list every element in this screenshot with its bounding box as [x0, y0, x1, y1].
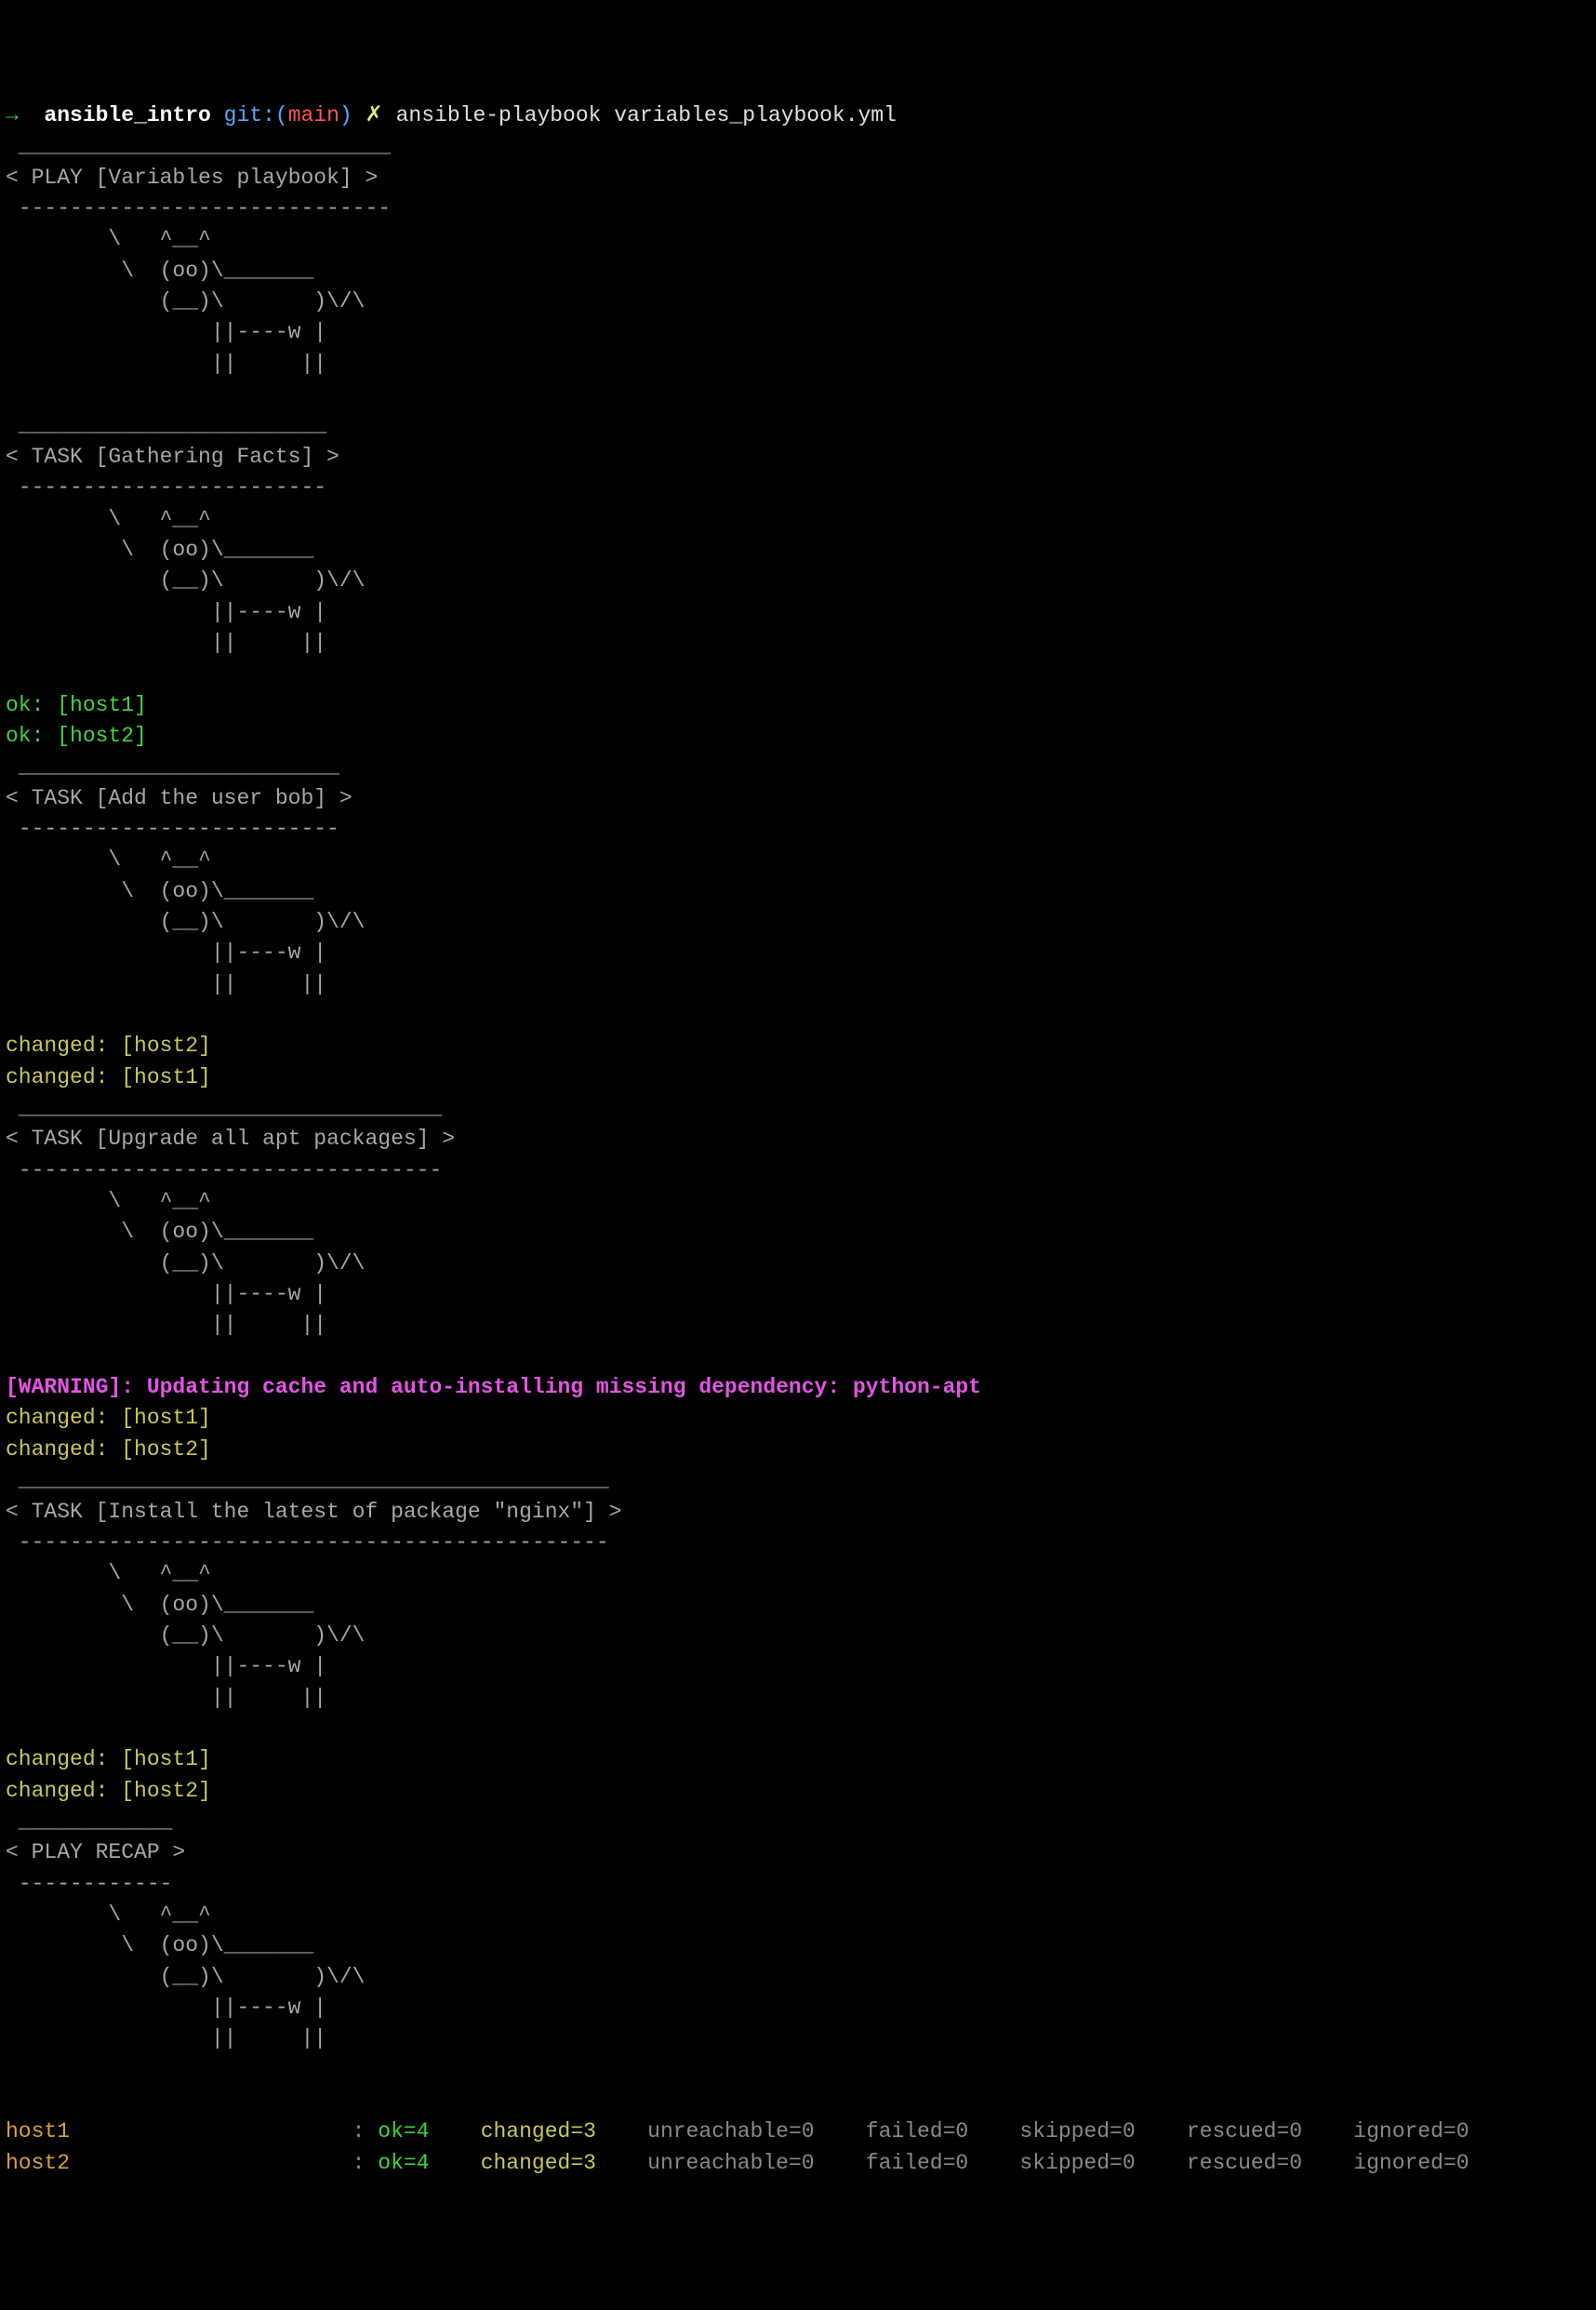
- task-result: changed: [host1]: [6, 1744, 1596, 1775]
- cowsay-art: \ (oo)\_______: [6, 876, 1596, 907]
- recap-host: host1: [6, 2119, 352, 2143]
- cowsay-border-top: ____________: [6, 1807, 1596, 1837]
- cowsay-border-bottom: -------------------------: [6, 814, 1596, 845]
- cowsay-art: || ||: [6, 1683, 1596, 1714]
- task-result: changed: [host1]: [6, 1062, 1596, 1093]
- shell-prompt-line: → ansible_intro git:(main) ✗ ansible-pla…: [6, 100, 1596, 131]
- task-result: changed: [host2]: [6, 1435, 1596, 1465]
- cowsay-border-bottom: -----------------------------: [6, 194, 1596, 224]
- cowsay-border-top: _________________________: [6, 752, 1596, 782]
- cowsay-art: \ (oo)\_______: [6, 256, 1596, 287]
- recap-rescued: rescued=0: [1187, 2151, 1353, 2175]
- cowsay-art: (__)\ )\/\: [6, 1248, 1596, 1279]
- cowsay-art: (__)\ )\/\: [6, 287, 1596, 317]
- recap-line: host2 : ok=4 changed=3 unreachable=0 fai…: [6, 2148, 1596, 2179]
- git-branch: main: [288, 103, 339, 127]
- recap-line: host1 : ok=4 changed=3 unreachable=0 fai…: [6, 2116, 1596, 2147]
- cowsay-art: || ||: [6, 2023, 1596, 2054]
- cowsay-art: (__)\ )\/\: [6, 907, 1596, 938]
- recap-changed: changed=3: [481, 2151, 647, 2175]
- recap-changed: changed=3: [481, 2119, 647, 2143]
- section-header: < TASK [Add the user bob] >: [6, 783, 1596, 814]
- task-result: ok: [host2]: [6, 721, 1596, 752]
- cowsay-art: \ ^__^: [6, 504, 1596, 535]
- cowsay-art: ||----w |: [6, 938, 1596, 968]
- cowsay-art: \ ^__^: [6, 1900, 1596, 1930]
- section-header: < TASK [Gathering Facts] >: [6, 442, 1596, 473]
- section-header: < TASK [Install the latest of package "n…: [6, 1497, 1596, 1528]
- dirty-mark: ✗: [366, 103, 383, 127]
- cowsay-art: \ ^__^: [6, 1558, 1596, 1589]
- cowsay-art: \ (oo)\_______: [6, 535, 1596, 566]
- cowsay-art: \ ^__^: [6, 1186, 1596, 1217]
- cowsay-art: (__)\ )\/\: [6, 1962, 1596, 1993]
- cowsay-art: \ ^__^: [6, 845, 1596, 875]
- recap-failed: failed=0: [866, 2151, 1020, 2175]
- cowsay-border-bottom: ------------------------: [6, 473, 1596, 503]
- recap-rescued: rescued=0: [1187, 2119, 1353, 2143]
- cowsay-border-bottom: ------------: [6, 1869, 1596, 1900]
- command: ansible-playbook variables_playbook.yml: [396, 103, 897, 127]
- cowsay-art: || ||: [6, 969, 1596, 1000]
- cowsay-art: \ (oo)\_______: [6, 1930, 1596, 1961]
- cowsay-art: ||----w |: [6, 1651, 1596, 1682]
- cowsay-art: ||----w |: [6, 1279, 1596, 1310]
- cowsay-art: (__)\ )\/\: [6, 1621, 1596, 1651]
- task-result: changed: [host2]: [6, 1031, 1596, 1062]
- cowsay-art: || ||: [6, 628, 1596, 659]
- cowsay-border-bottom: ---------------------------------: [6, 1155, 1596, 1186]
- cowsay-art: ||----w |: [6, 1993, 1596, 2023]
- cowsay-art: \ ^__^: [6, 224, 1596, 255]
- prompt-arrow: →: [6, 103, 44, 127]
- cowsay-art: || ||: [6, 349, 1596, 380]
- cowsay-border-top: ________________________: [6, 410, 1596, 441]
- recap-ok: ok=4: [378, 2151, 480, 2175]
- project-name: ansible_intro: [44, 103, 210, 127]
- ansible-warning: [WARNING]: Updating cache and auto-insta…: [6, 1372, 1596, 1403]
- git-label: git:(: [224, 103, 288, 127]
- cowsay-border-top: _________________________________: [6, 1093, 1596, 1124]
- recap-ignored: ignored=0: [1353, 2151, 1469, 2175]
- recap-unreachable: unreachable=0: [647, 2119, 866, 2143]
- recap-ok: ok=4: [378, 2119, 480, 2143]
- cowsay-art: ||----w |: [6, 317, 1596, 348]
- cowsay-art: ||----w |: [6, 597, 1596, 628]
- terminal-output: → ansible_intro git:(main) ✗ ansible-pla…: [6, 100, 1596, 2179]
- task-result: ok: [host1]: [6, 690, 1596, 721]
- cowsay-border-top: ________________________________________…: [6, 1465, 1596, 1496]
- section-header: < TASK [Upgrade all apt packages] >: [6, 1124, 1596, 1155]
- cowsay-art: (__)\ )\/\: [6, 566, 1596, 596]
- recap-failed: failed=0: [866, 2119, 1020, 2143]
- cowsay-art: \ (oo)\_______: [6, 1217, 1596, 1248]
- cowsay-border-top: _____________________________: [6, 131, 1596, 162]
- recap-skipped: skipped=0: [1019, 2119, 1186, 2143]
- task-result: changed: [host1]: [6, 1403, 1596, 1434]
- cowsay-border-bottom: ----------------------------------------…: [6, 1528, 1596, 1558]
- cowsay-art: || ||: [6, 1310, 1596, 1341]
- task-result: changed: [host2]: [6, 1776, 1596, 1807]
- section-header: < PLAY [Variables playbook] >: [6, 163, 1596, 194]
- section-header: < PLAY RECAP >: [6, 1837, 1596, 1868]
- recap-skipped: skipped=0: [1019, 2151, 1186, 2175]
- cowsay-art: \ (oo)\_______: [6, 1590, 1596, 1621]
- recap-unreachable: unreachable=0: [647, 2151, 866, 2175]
- recap-host: host2: [6, 2151, 352, 2175]
- recap-ignored: ignored=0: [1353, 2119, 1469, 2143]
